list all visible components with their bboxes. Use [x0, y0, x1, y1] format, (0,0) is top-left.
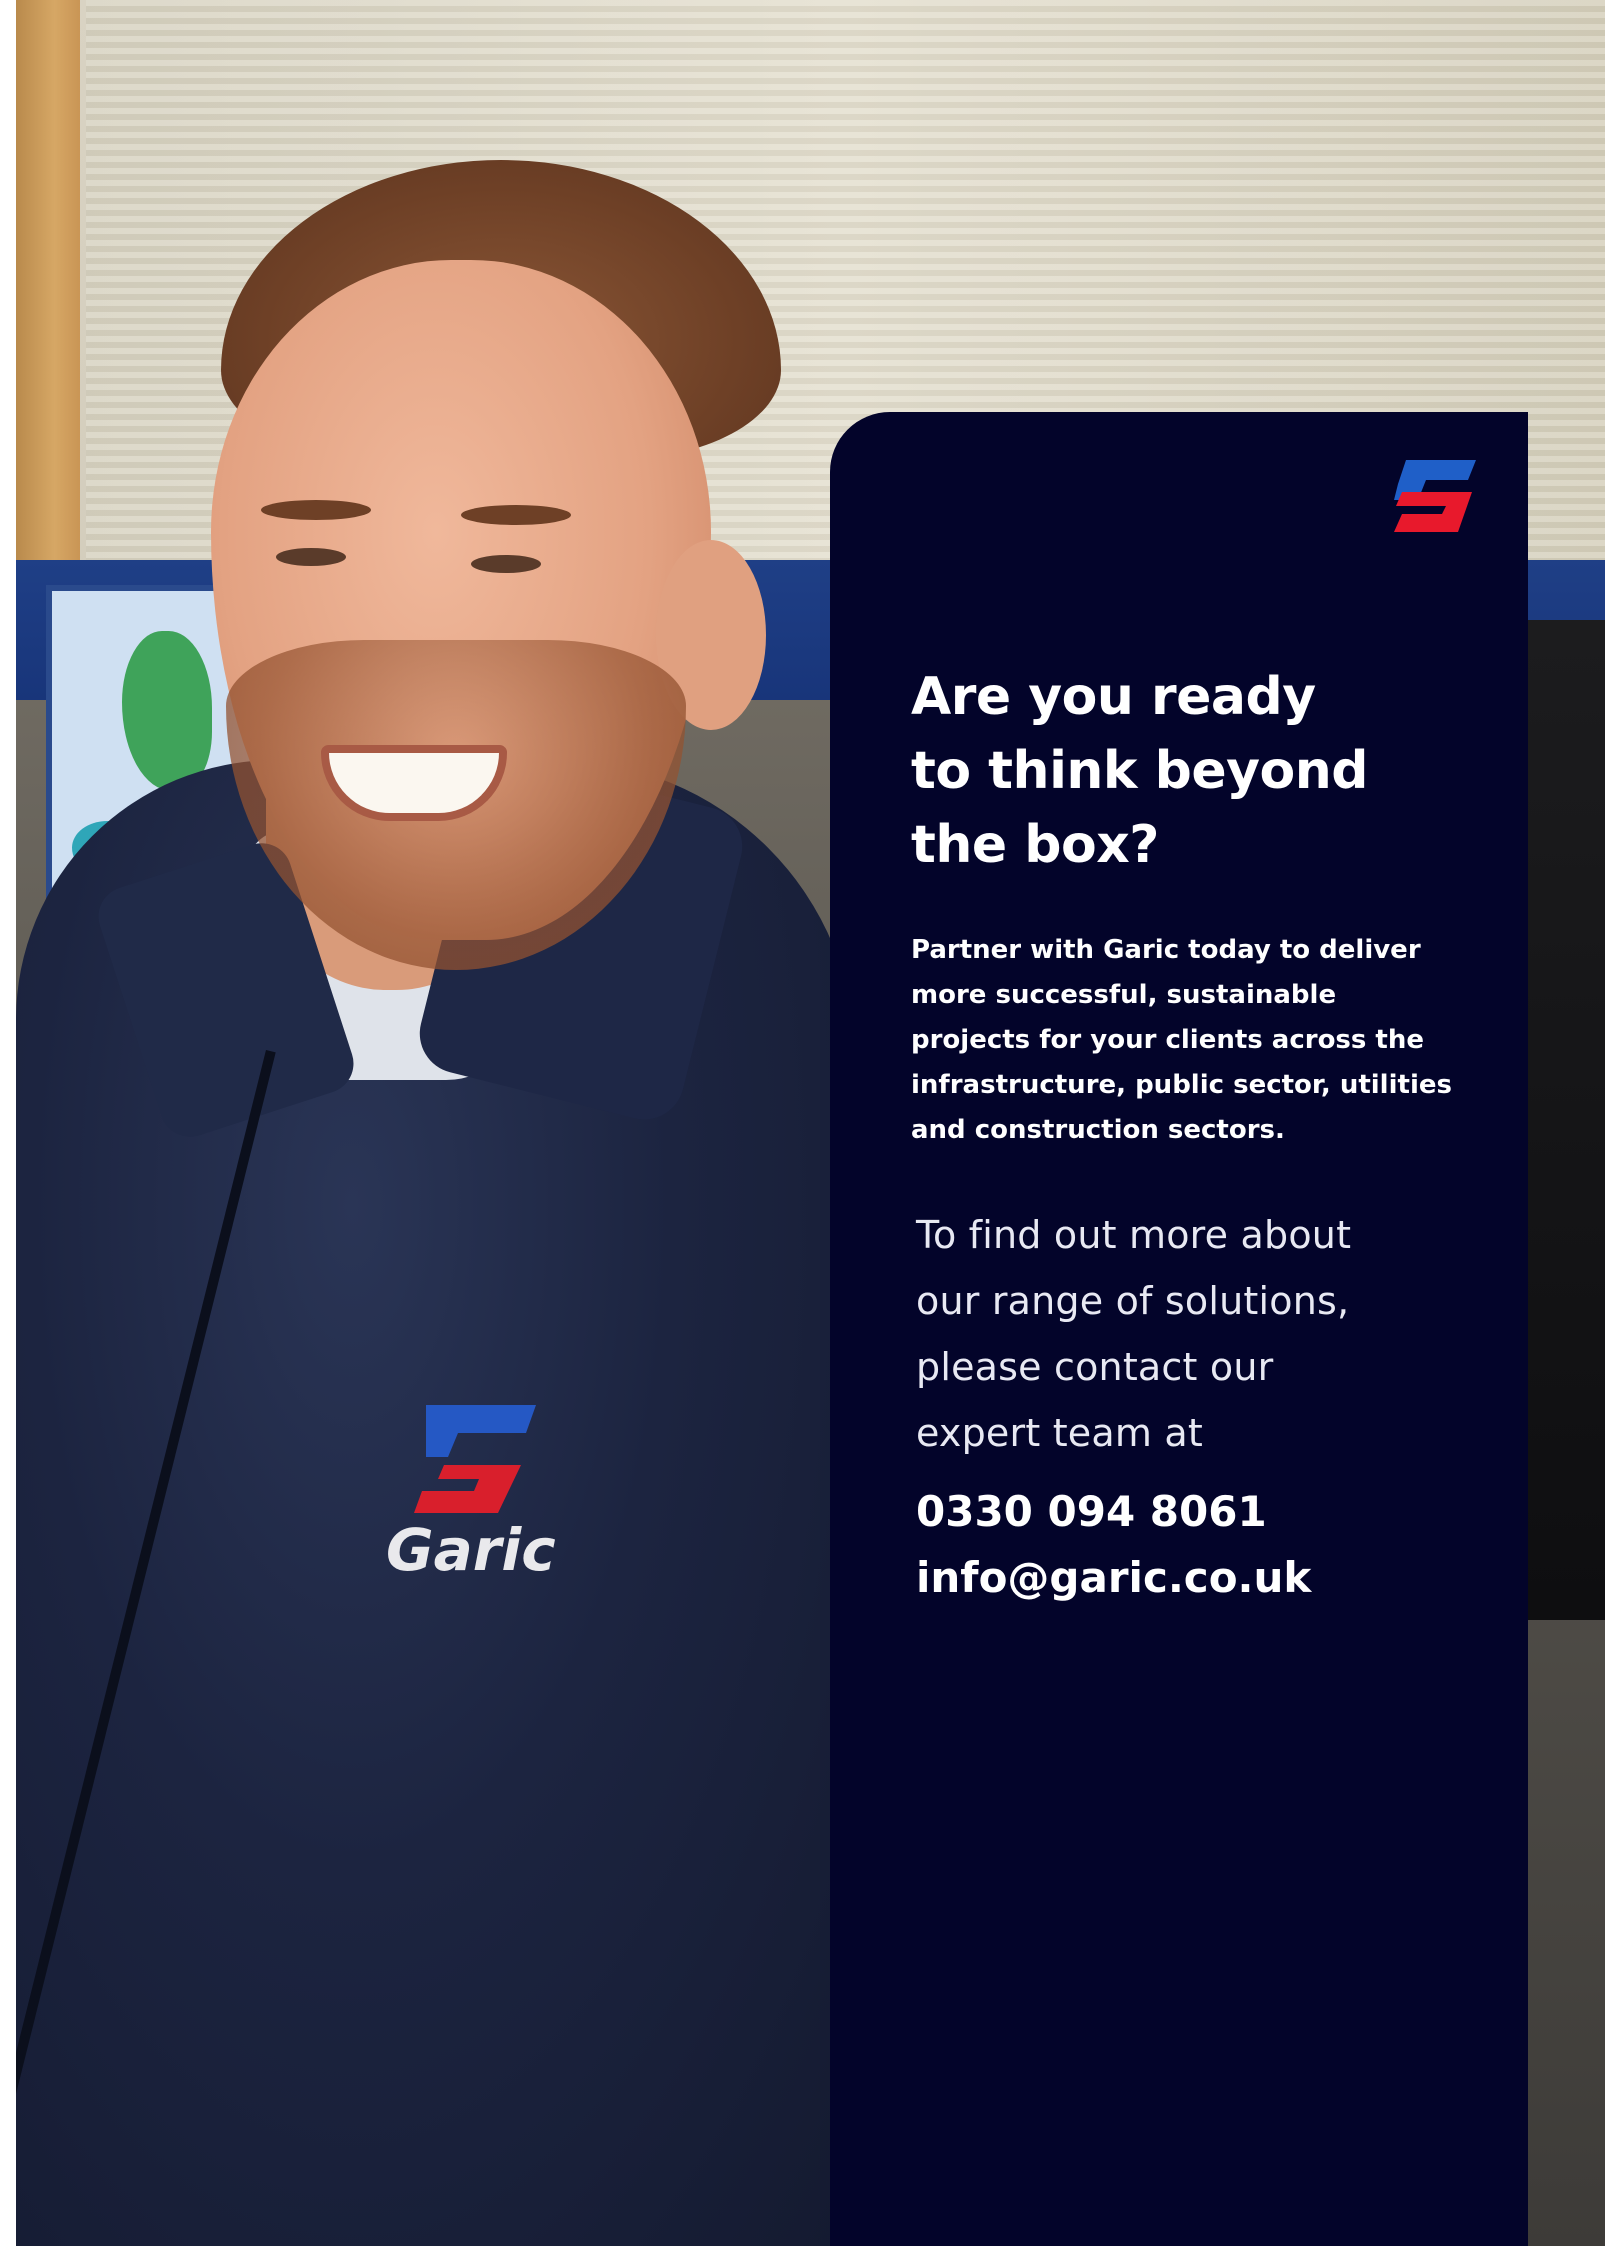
person-eye-right	[471, 555, 541, 573]
lead-line: and construction sectors.	[911, 1115, 1285, 1145]
contact-intro-line: our range of solutions,	[916, 1279, 1350, 1323]
lead-line: infrastructure, public sector, utilities	[911, 1070, 1452, 1100]
headline-line: Are you ready	[911, 667, 1316, 727]
contact-intro-line: expert team at	[916, 1411, 1203, 1455]
garic-logo-icon	[1394, 460, 1476, 532]
window-frame	[16, 0, 80, 560]
lead-line: Partner with Garic today to deliver	[911, 935, 1421, 965]
headline: Are you ready to think beyond the box?	[911, 660, 1471, 882]
person-eye-left	[276, 548, 346, 566]
jacket-logo-text: Garic	[386, 1516, 556, 1584]
headline-line: to think beyond	[911, 741, 1368, 801]
person-brow-right	[461, 505, 571, 525]
person-brow-left	[261, 500, 371, 520]
contact-intro: To find out more about our range of solu…	[916, 1202, 1476, 1466]
headline-line: the box?	[911, 815, 1159, 875]
monitor	[1516, 620, 1605, 1620]
page: Garic Are you ready to think beyond the …	[0, 0, 1605, 2246]
phone-number[interactable]: 0330 094 8061	[916, 1482, 1267, 1542]
contact-intro-line: To find out more about	[916, 1213, 1352, 1257]
contact-intro-line: please contact our	[916, 1345, 1274, 1389]
contact-panel: Are you ready to think beyond the box? P…	[830, 412, 1528, 2246]
email-link[interactable]: info@garic.co.uk	[916, 1548, 1311, 1608]
lead-line: more successful, sustainable	[911, 980, 1337, 1010]
lead-line: projects for your clients across the	[911, 1025, 1425, 1055]
lead-paragraph: Partner with Garic today to deliver more…	[911, 928, 1471, 1153]
jacket-logo: Garic	[386, 1405, 556, 1584]
